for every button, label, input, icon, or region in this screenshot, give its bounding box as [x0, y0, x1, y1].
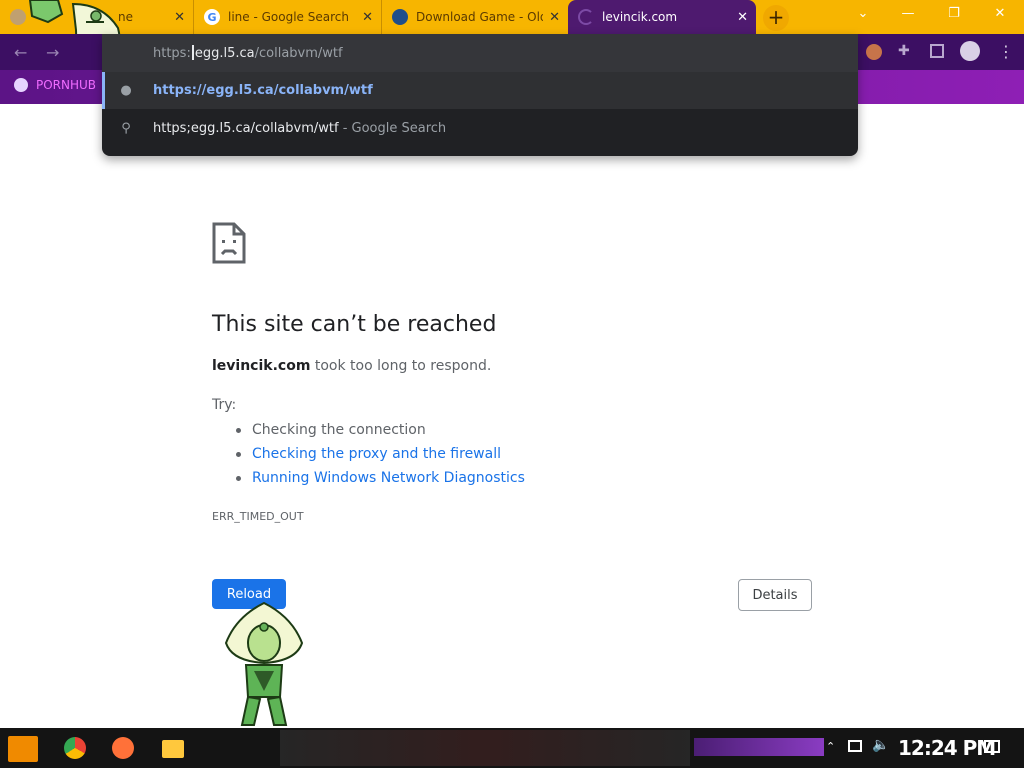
suggestion-row[interactable]: ⚲ https;egg.l5.ca/collabvm/wtf - Google … [102, 110, 858, 147]
minimize-button[interactable]: — [898, 6, 918, 21]
tab-title: ne [118, 10, 133, 24]
tab-3[interactable]: Download Game - Old ✕ [382, 0, 568, 34]
suggestion-row[interactable]: ● https://egg.l5.ca/collabvm/wtf [102, 72, 858, 109]
side-panel-icon[interactable] [930, 44, 944, 58]
firefox-icon[interactable] [112, 737, 134, 759]
close-icon[interactable]: ✕ [174, 10, 185, 25]
suggestion-list: Checking the connection Checking the pro… [236, 420, 525, 492]
bookmark-label: PORNHUB [36, 78, 97, 92]
network-icon[interactable] [848, 740, 862, 752]
close-window-button[interactable]: ✕ [990, 6, 1010, 21]
error-code: ERR_TIMED_OUT [212, 510, 304, 523]
file-explorer-icon[interactable] [162, 740, 184, 758]
tab-title: Download Game - Old [416, 10, 544, 24]
profile-avatar-small[interactable] [866, 44, 882, 60]
close-icon[interactable]: ✕ [737, 10, 748, 25]
loading-spinner-icon [578, 9, 594, 25]
close-icon[interactable]: ✕ [549, 10, 560, 25]
notification-icon[interactable] [984, 740, 1000, 753]
suggestion-proxy-firewall-link[interactable]: Checking the proxy and the firewall [236, 444, 525, 468]
google-icon: G [204, 9, 220, 25]
taskbar-accent-bar [694, 738, 824, 756]
address-text: https: egg.l5.ca/collabvm/wtf [153, 45, 343, 61]
forward-icon[interactable]: → [46, 43, 59, 62]
suggestion-check-connection: Checking the connection [236, 420, 525, 444]
tab-1[interactable]: ne ✕ [0, 0, 194, 34]
mascot-sticker-bottom [224, 601, 304, 726]
menu-icon[interactable]: ⋮ [998, 42, 1014, 61]
error-host: levincik.com [212, 358, 311, 374]
show-hidden-icons-icon[interactable]: ⌃ [826, 740, 835, 753]
tab-title: levincik.com [602, 10, 678, 24]
new-tab-button[interactable]: + [763, 5, 789, 31]
close-icon[interactable]: ✕ [362, 10, 373, 25]
tab-title: line - Google Search [228, 10, 349, 24]
start-button[interactable] [8, 736, 38, 762]
try-label: Try: [212, 397, 237, 413]
tab-2[interactable]: G line - Google Search ✕ [194, 0, 382, 34]
taskbar: ⌃ 🔈 12:24 PM [0, 728, 1024, 768]
taskbar-background-art [280, 730, 690, 766]
globe-icon [14, 78, 28, 92]
clock-time[interactable]: 12:24 PM [898, 736, 996, 760]
bookmark-item[interactable]: PORNHUB [14, 78, 96, 92]
tab-4-active[interactable]: levincik.com ✕ [568, 0, 756, 34]
globe-icon: ● [120, 83, 132, 98]
restore-button[interactable]: ❐ [944, 6, 964, 21]
globe-icon [10, 9, 26, 25]
suggestion-network-diagnostics-link[interactable]: Running Windows Network Diagnostics [236, 468, 525, 492]
tab-strip: ne ✕ G line - Google Search ✕ Download G… [0, 0, 1024, 62]
volume-icon[interactable]: 🔈 [872, 737, 889, 753]
sad-page-icon [212, 222, 246, 264]
address-bar-input[interactable]: https: egg.l5.ca/collabvm/wtf [102, 34, 858, 72]
back-icon[interactable]: ← [14, 43, 27, 62]
tab-search-icon[interactable]: ⌄ [853, 6, 873, 21]
omnibox-dropdown: https: egg.l5.ca/collabvm/wtf ● https://e… [102, 34, 858, 156]
details-button[interactable]: Details [738, 579, 812, 611]
error-message: levincik.com took too long to respond. [212, 358, 492, 374]
text-cursor [191, 45, 194, 60]
error-title: This site can’t be reached [212, 312, 497, 337]
profile-icon[interactable] [960, 41, 980, 61]
search-icon: ⚲ [121, 121, 131, 136]
chrome-icon[interactable] [64, 737, 86, 759]
site-favicon-icon [392, 9, 408, 25]
extensions-icon[interactable]: ✚ [898, 43, 910, 59]
